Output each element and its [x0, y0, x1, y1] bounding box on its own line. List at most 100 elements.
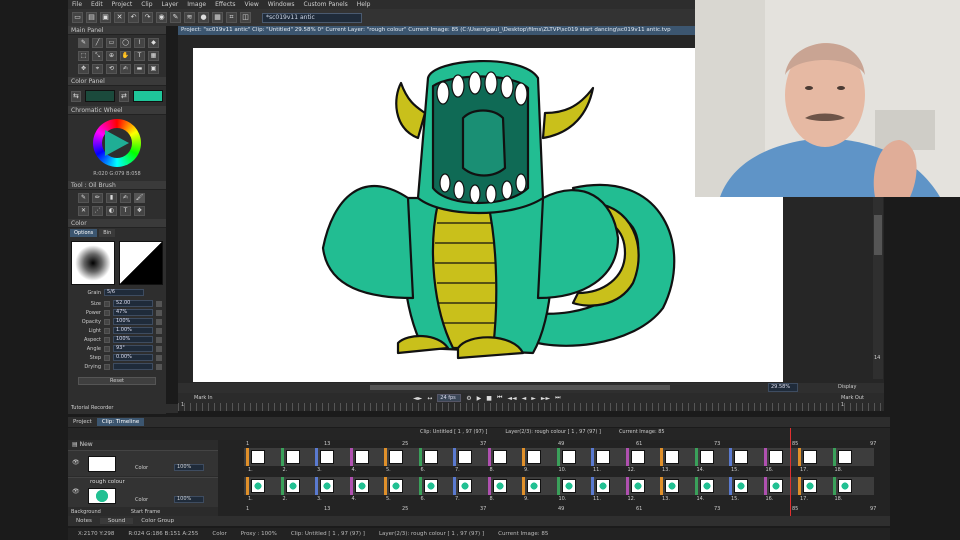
tab-sound[interactable]: Sound: [99, 518, 134, 524]
smudge-tool-icon[interactable]: ✍: [120, 64, 131, 74]
frame-cell[interactable]: [768, 479, 783, 493]
instance-marker[interactable]: [556, 477, 560, 495]
instance-marker[interactable]: [349, 477, 353, 495]
instance-marker[interactable]: [349, 448, 353, 466]
param-checkbox[interactable]: [104, 309, 110, 316]
tab-project[interactable]: Project: [68, 418, 97, 426]
menu-clip[interactable]: Clip: [141, 1, 152, 8]
instance-marker[interactable]: [832, 477, 836, 495]
frame-cell[interactable]: [389, 450, 403, 464]
bulb-icon[interactable]: ●: [198, 12, 209, 23]
instance-marker[interactable]: [694, 448, 698, 466]
param-pressure-icon[interactable]: [156, 363, 162, 370]
frame-cell[interactable]: [423, 479, 438, 493]
layer-opacity[interactable]: 100%: [174, 496, 204, 503]
eraser-preset-icon[interactable]: ✕: [78, 206, 89, 216]
instance-marker[interactable]: [246, 448, 249, 466]
move-tool-icon[interactable]: ✥: [78, 64, 89, 74]
loop-icon[interactable]: ◄►: [413, 395, 422, 402]
mark-in-button[interactable]: Mark In: [194, 395, 213, 401]
freehand-tool-icon[interactable]: ⌇: [134, 38, 145, 48]
frame-cell[interactable]: [285, 479, 300, 493]
param-pressure-icon[interactable]: [156, 345, 162, 352]
instance-marker[interactable]: [660, 477, 663, 495]
param-pressure-icon[interactable]: [156, 336, 162, 343]
instance-marker[interactable]: [798, 448, 801, 466]
tab-clip-timeline[interactable]: Clip: Timeline: [96, 418, 145, 426]
frame-cell[interactable]: [837, 479, 852, 493]
param-checkbox[interactable]: [104, 354, 110, 361]
param-value[interactable]: 52.00: [113, 300, 153, 307]
brush-icon[interactable]: ✎: [170, 12, 181, 23]
param-checkbox[interactable]: [104, 300, 110, 307]
close-icon[interactable]: ✕: [114, 12, 125, 23]
color-wheel-icon[interactable]: ◉: [156, 12, 167, 23]
frame-cell[interactable]: [285, 450, 300, 464]
instance-marker[interactable]: [763, 448, 767, 466]
display-button[interactable]: Display: [838, 384, 856, 390]
instance-marker[interactable]: [453, 477, 456, 495]
airbrush-preset-icon[interactable]: ⋰: [92, 206, 103, 216]
instance-marker[interactable]: [453, 448, 456, 466]
stamp-tool-icon[interactable]: ▣: [148, 64, 159, 74]
frame-cell[interactable]: [320, 479, 334, 493]
new-icon[interactable]: ▭: [72, 12, 83, 23]
instance-marker[interactable]: [246, 477, 249, 495]
frame-cell[interactable]: [354, 450, 369, 464]
oil-brush-preset-icon[interactable]: 🖌: [134, 193, 145, 203]
frame-cell[interactable]: [803, 450, 817, 464]
tutorial-recorder[interactable]: Tutorial Recorder: [68, 404, 178, 413]
scroll-thumb[interactable]: [874, 215, 882, 255]
pencil-preset-icon[interactable]: ✏: [92, 193, 103, 203]
hand-tool-icon[interactable]: ✋: [120, 51, 131, 61]
frame-cell[interactable]: [492, 479, 507, 493]
menu-effects[interactable]: Effects: [215, 1, 235, 8]
param-checkbox[interactable]: [104, 336, 110, 343]
zoom-tool-icon[interactable]: ⊕: [106, 51, 117, 61]
project-tab[interactable]: *sc019v11 antic: [262, 12, 362, 23]
exchange-icon[interactable]: ⇄: [119, 90, 129, 102]
stop-icon[interactable]: ■: [486, 395, 492, 402]
instance-marker[interactable]: [418, 477, 422, 495]
frame-cell[interactable]: [630, 450, 645, 464]
instance-marker[interactable]: [729, 477, 732, 495]
ellipse-tool-icon[interactable]: ◯: [120, 38, 131, 48]
blur-preset-icon[interactable]: ◐: [106, 206, 117, 216]
eraser-tool-icon[interactable]: ▬: [134, 64, 145, 74]
instance-marker[interactable]: [418, 448, 422, 466]
frame-cell[interactable]: [492, 450, 507, 464]
instance-marker[interactable]: [280, 448, 284, 466]
frame-cell[interactable]: [527, 479, 541, 493]
grid-icon[interactable]: ▦: [212, 12, 223, 23]
frame-cell[interactable]: [630, 479, 645, 493]
undo-icon[interactable]: ↶: [128, 12, 139, 23]
instance-marker[interactable]: [591, 448, 594, 466]
param-value[interactable]: 100%: [113, 336, 153, 343]
tab-bin[interactable]: Bin: [99, 229, 116, 237]
prev-icon[interactable]: ◄: [522, 395, 527, 402]
instance-marker[interactable]: [487, 448, 491, 466]
param-value[interactable]: 93°: [113, 345, 153, 352]
layer-row-2[interactable]: 👁 rough colour Color 100%: [68, 477, 218, 507]
primary-color-swatch[interactable]: [84, 90, 115, 102]
instance-marker[interactable]: [522, 477, 525, 495]
special-preset-icon[interactable]: ❖: [134, 206, 145, 216]
frame-cell[interactable]: [596, 479, 610, 493]
frame-cell[interactable]: [251, 479, 265, 493]
first-frame-icon[interactable]: ⏮: [497, 394, 502, 402]
param-pressure-icon[interactable]: [156, 300, 162, 307]
menu-image[interactable]: Image: [187, 1, 206, 8]
track-1[interactable]: 1. 2. 3. 4. 5. 6. 7. 8. 9. 10. 11. 12. 13. 14. 15. 16. 1…: [244, 448, 874, 473]
tab-notes[interactable]: Notes: [68, 518, 100, 524]
menu-custom-panels[interactable]: Custom Panels: [304, 1, 348, 8]
frame-cell[interactable]: [699, 450, 714, 464]
instance-marker[interactable]: [729, 448, 732, 466]
background-row[interactable]: Background Start Frame: [68, 509, 218, 516]
last-frame-icon[interactable]: ⏭: [555, 394, 560, 402]
grid-tool-icon[interactable]: ▦: [148, 51, 159, 61]
frame-cell[interactable]: [423, 450, 438, 464]
frame-cell[interactable]: [803, 479, 817, 493]
fill-tool-icon[interactable]: ◆: [148, 38, 159, 48]
swap-colors-icon[interactable]: ⇆: [71, 90, 81, 102]
param-checkbox[interactable]: [104, 345, 110, 352]
